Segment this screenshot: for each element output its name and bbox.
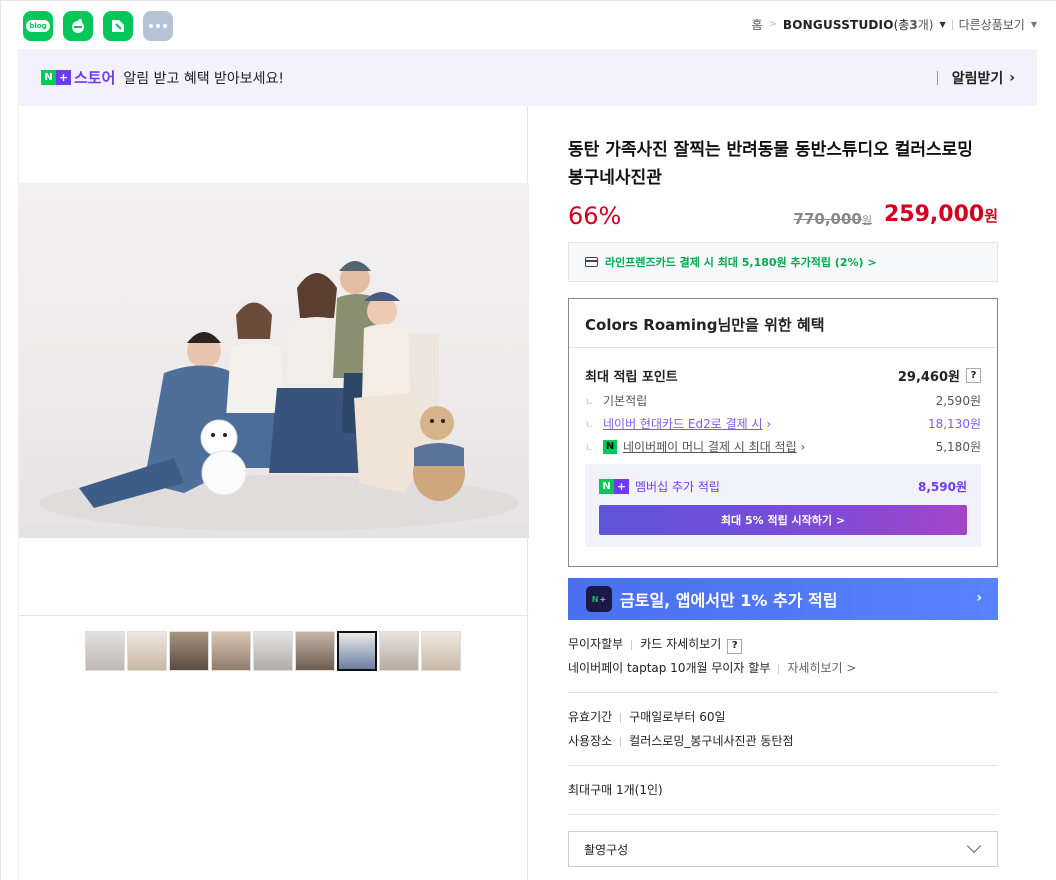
store-word: 스토어	[74, 69, 116, 87]
help-icon[interactable]: ?	[966, 368, 981, 383]
thumbnail[interactable]	[85, 631, 125, 671]
chevron-right-icon: ›	[976, 590, 982, 606]
card-promo-link[interactable]: 라인프렌즈카드 결제 시 최대 5,180원 추가적립 (2%) >	[568, 242, 998, 282]
max-points-value: 29,460원	[897, 370, 960, 385]
breadcrumb-count: 3	[909, 17, 918, 32]
divider	[568, 692, 998, 693]
product-gallery	[18, 106, 529, 880]
naver-plus-icon: N +	[41, 70, 71, 85]
discount-rate: 66%	[568, 202, 622, 230]
product-title: 동탄 가족사진 잘찍는 반려동물 동반스튜디오 컬러스로밍 봉구네사진관	[568, 140, 973, 188]
naverpay-icon: N	[603, 439, 617, 454]
pay-points-link[interactable]: 네이버페이 머니 결제 시 최대 적립	[623, 438, 797, 455]
breadcrumb: 홈 > BONGUSSTUDIO (총 3 개) ▼ 다른상품보기 ▼	[751, 16, 1037, 33]
basic-points-label: 기본적립	[603, 394, 648, 408]
taptap-text: 네이버페이 taptap 10개월 무이자 할부	[568, 661, 771, 675]
chevron-right-icon: ›	[766, 417, 772, 431]
app-promo-text: 금토일, 앱에서만 1% 추가 적립	[620, 591, 838, 610]
max-purchase: 최대구매 1개(1인)	[568, 783, 663, 797]
alarm-button[interactable]: 알림받기 ›	[936, 68, 1015, 88]
product-page: blog 홈 > BONGUSSTUDIO (총 3 개) ▼ 다른상품보기 ▼ N…	[0, 0, 1056, 880]
naver-plus-icon: N +	[599, 479, 629, 494]
place-value: 컬러스로밍_봉구네사진관 동탄점	[629, 734, 794, 748]
product-main-image[interactable]	[19, 183, 529, 538]
breadcrumb-count-open: (총	[893, 18, 910, 32]
chevron-right-icon: ›	[1009, 70, 1015, 86]
caret-down-icon[interactable]: ▼	[939, 20, 945, 29]
divider	[951, 19, 953, 30]
divider	[568, 765, 998, 766]
naver-plus-app-icon: N +	[586, 586, 612, 612]
breadcrumb-store[interactable]: BONGUSSTUDIO	[783, 18, 894, 32]
top-bar: blog 홈 > BONGUSSTUDIO (총 3 개) ▼ 다른상품보기 ▼	[1, 1, 1056, 49]
sale-price: 259,000원	[884, 202, 998, 227]
price-row: 66% 770,000원 259,000원	[568, 200, 998, 240]
cafe-icon[interactable]	[63, 11, 93, 41]
place-label: 사용장소	[568, 734, 613, 748]
app-promo-banner[interactable]: N + 금토일, 앱에서만 1% 추가 적립 ›	[568, 578, 998, 620]
taptap-detail-link[interactable]: 자세히보기 >	[787, 661, 856, 675]
pay-points-row: N 네이버페이 머니 결제 시 최대 적립 › 5,180원	[585, 438, 981, 455]
thumbnail[interactable]	[421, 631, 461, 671]
pay-points-value: 5,180원	[935, 440, 981, 454]
card-points-value: 18,130원	[927, 417, 981, 431]
membership-row: N + 멤버십 추가 적립 8,590원	[599, 478, 967, 495]
card-promo-text: 라인프렌즈카드 결제 시 최대 5,180원 추가적립 (2%) >	[605, 256, 877, 269]
chevron-right-icon: ›	[800, 439, 806, 454]
max-points-row: 최대 적립 포인트 29,460원?	[585, 366, 981, 385]
sale-price-unit: 원	[984, 207, 998, 225]
blog-icon[interactable]: blog	[23, 11, 53, 41]
membership-start-button[interactable]: 최대 5% 적립 시작하기 >	[599, 505, 967, 535]
thumbnail[interactable]	[127, 631, 167, 671]
thumbnail[interactable]	[211, 631, 251, 671]
card-points-link[interactable]: 네이버 현대카드 Ed2로 결제 시	[603, 417, 763, 431]
store-alarm-banner: N + 스토어 알림 받고 혜택 받아보세요! 알림받기 ›	[18, 49, 1037, 106]
validity-label: 유효기간	[568, 710, 613, 724]
original-price-unit: 원	[861, 214, 872, 227]
breadcrumb-home[interactable]: 홈	[751, 16, 762, 33]
sale-price-value: 259,000	[883, 202, 985, 227]
installment-label: 무이자할부	[568, 637, 624, 651]
product-info: 동탄 가족사진 잘찍는 반려동물 동반스튜디오 컬러스로밍 봉구네사진관 66%…	[568, 106, 998, 867]
credit-card-icon	[585, 257, 598, 267]
help-icon[interactable]: ?	[727, 638, 743, 654]
divider	[568, 814, 998, 815]
thumbnail[interactable]	[253, 631, 293, 671]
banner-message: 알림 받고 혜택 받아보세요!	[123, 70, 285, 87]
installment-info: 무이자할부 카드 자세히보기? 네이버페이 taptap 10개월 무이자 할부 자…	[568, 632, 998, 680]
original-price-value: 770,000	[793, 210, 862, 228]
thumbnail[interactable]	[169, 631, 209, 671]
card-points-row: 네이버 현대카드 Ed2로 결제 시 › 18,130원	[585, 415, 981, 432]
alarm-label: 알림받기	[951, 71, 1004, 87]
max-points-label: 최대 적립 포인트	[585, 370, 678, 385]
option-select-value: 촬영구성	[584, 842, 629, 857]
thumbnail-selected[interactable]	[337, 631, 377, 671]
original-price: 770,000원	[794, 210, 872, 228]
membership-panel: N + 멤버십 추가 적립 8,590원 최대 5% 적립 시작하기 >	[585, 464, 981, 547]
basic-points-value: 2,590원	[935, 394, 981, 408]
smartstore-icon[interactable]	[103, 11, 133, 41]
option-select[interactable]: 촬영구성	[568, 831, 998, 867]
basic-points-row: 기본적립 2,590원	[585, 392, 981, 409]
breadcrumb-separator-icon: >	[768, 19, 777, 30]
usage-info: 유효기간 구매일로부터 60일 사용장소 컬러스로밍_봉구네사진관 동탄점	[568, 705, 998, 753]
more-apps-icon[interactable]	[143, 11, 173, 41]
divider	[936, 71, 938, 85]
card-detail-link[interactable]: 카드 자세히보기	[640, 637, 721, 651]
membership-label: 멤버십 추가 적립	[635, 480, 720, 494]
app-icons: blog	[23, 11, 173, 41]
other-products-link[interactable]: 다른상품보기	[959, 16, 1025, 33]
divider	[19, 615, 529, 616]
benefit-box: Colors Roaming님만을 위한 혜택 최대 적립 포인트 29,460…	[568, 298, 998, 567]
validity-value: 구매일로부터 60일	[629, 710, 726, 724]
thumbnail[interactable]	[379, 631, 419, 671]
thumbnail[interactable]	[295, 631, 335, 671]
breadcrumb-count-close: 개)	[917, 18, 934, 32]
caret-down-icon[interactable]: ▼	[1031, 20, 1037, 29]
chevron-down-icon	[966, 838, 982, 854]
thumbnail-strip	[85, 631, 461, 671]
benefit-heading: Colors Roaming님만을 위한 혜택	[569, 299, 997, 348]
membership-value: 8,590원	[918, 480, 967, 494]
